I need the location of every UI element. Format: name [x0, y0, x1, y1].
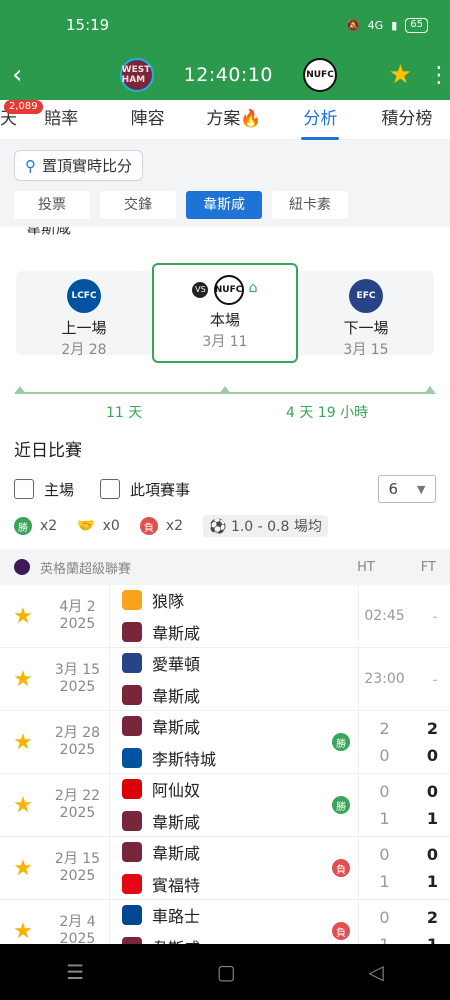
everton-logo: EFC — [349, 279, 383, 313]
favorite-star-icon[interactable]: ★ — [389, 60, 412, 90]
result-badge: 負 — [332, 922, 350, 940]
star-icon[interactable]: ★ — [0, 648, 46, 710]
newcastle-logo: NUFC — [213, 275, 244, 305]
team-badge — [122, 874, 142, 894]
team-badge — [122, 842, 142, 862]
match-list: ★ 4月 2 2025 狼隊 韋斯咸 02:45 - ★ 3月 15 2025 愛華… — [0, 585, 450, 963]
system-nav-bar: ☰ ▢ ◁ — [0, 944, 450, 1000]
filter-home[interactable]: 主場 — [14, 479, 74, 500]
pin-icon: ⚲ — [25, 156, 36, 175]
tab-odds[interactable]: 賠率 — [18, 100, 104, 140]
tab-bar: 天 2,089 賠率 陣容 方案🔥 分析 積分榜 — [0, 100, 450, 140]
tab-lineup[interactable]: 陣容 — [104, 100, 190, 140]
premier-league-icon — [14, 559, 30, 575]
table-row[interactable]: ★ 4月 2 2025 狼隊 韋斯咸 02:45 - — [0, 585, 450, 648]
more-menu-icon[interactable]: ⋮ — [428, 63, 450, 88]
recent-filters: 主場 此項賽事 6 ▼ — [0, 461, 450, 503]
recent-title: 近日比賽 — [14, 441, 82, 461]
pin-live-score-button[interactable]: ⚲ 置頂實時比分 — [14, 150, 144, 181]
result-badge: 負 — [332, 859, 350, 877]
chevron-down-icon: ▼ — [417, 482, 426, 496]
star-icon[interactable]: ★ — [0, 711, 46, 773]
signal-bars-icon: ▮ — [391, 18, 398, 32]
status-bar: 15:19 🔕 4G ▮ 65 — [0, 0, 450, 50]
team-badge — [122, 653, 142, 673]
checkbox[interactable] — [100, 479, 121, 499]
chip-vote[interactable]: 投票 — [14, 191, 90, 219]
current-match-card[interactable]: VS NUFC ⌂ 本場 3月 11 — [152, 263, 298, 363]
team-badge — [122, 811, 142, 831]
battery-icon: 65 — [405, 17, 428, 33]
match-clock: 12:40:10 — [183, 64, 274, 86]
section-label: 韋斯咸 — [26, 227, 72, 237]
goal-average: ⚽ 1.0 - 0.8 場均 — [203, 515, 328, 537]
team-badge — [122, 716, 142, 736]
results-summary: 勝 x2 🤝 x0 負 x2 ⚽ 1.0 - 0.8 場均 — [0, 503, 450, 537]
home-icon[interactable]: ▢ — [217, 960, 236, 984]
next-match-card[interactable]: EFC 下一場 3月 15 — [316, 279, 416, 359]
filter-competition[interactable]: 此項賽事 — [100, 479, 190, 500]
signal-icon: 4G — [367, 18, 384, 32]
star-icon[interactable]: ★ — [0, 837, 46, 899]
tab-analysis[interactable]: 分析 — [277, 100, 363, 140]
table-row[interactable]: ★ 2月 15 2025 韋斯咸 賓福特 負 01 01 — [0, 837, 450, 900]
league-header: 英格蘭超級聯賽 HT FT — [0, 549, 450, 585]
win-icon: 勝 — [14, 517, 32, 535]
schedule-cards: LCFC 上一場 2月 28 VS NUFC ⌂ 本場 3月 11 EFC 下一… — [14, 263, 436, 378]
status-time: 15:19 — [66, 16, 110, 34]
table-row[interactable]: ★ 3月 15 2025 愛華頓 韋斯咸 23:00 - — [0, 648, 450, 711]
team-badge — [122, 779, 142, 799]
team-badge — [122, 748, 142, 768]
gap-next: 4 天 19 小時 — [286, 405, 369, 421]
away-team-logo[interactable]: NUFC — [303, 58, 338, 92]
analysis-chips: 投票 交鋒 韋斯咸 紐卡素 — [14, 191, 436, 219]
team-badge — [122, 622, 142, 642]
star-icon[interactable]: ★ — [0, 585, 46, 647]
table-row[interactable]: ★ 2月 22 2025 阿仙奴 韋斯咸 勝 01 01 — [0, 774, 450, 837]
team-badge — [122, 905, 142, 925]
star-icon[interactable]: ★ — [0, 774, 46, 836]
loss-icon: 負 — [139, 517, 158, 535]
schedule-timeline: 11 天 4 天 19 小時 — [14, 386, 436, 422]
draw-icon: 🤝 — [77, 518, 95, 534]
result-badge: 勝 — [332, 796, 350, 814]
filter-panel: ⚲ 置頂實時比分 投票 交鋒 韋斯咸 紐卡素 — [0, 140, 450, 227]
tab-standings[interactable]: 積分榜 — [364, 100, 450, 140]
back-icon[interactable]: ‹ — [12, 62, 48, 88]
match-count-select[interactable]: 6 ▼ — [378, 475, 436, 503]
chip-home-team[interactable]: 韋斯咸 — [186, 191, 262, 219]
checkbox[interactable] — [14, 479, 34, 499]
tab-tips[interactable]: 方案🔥 — [191, 100, 277, 140]
recents-icon[interactable]: ☰ — [66, 960, 84, 984]
home-team-logo[interactable]: WEST HAM — [119, 58, 154, 92]
chip-away-team[interactable]: 紐卡素 — [272, 191, 348, 219]
team-badge — [122, 685, 142, 705]
mute-icon: 🔕 — [345, 18, 360, 32]
leicester-logo: LCFC — [67, 279, 101, 313]
vs-badge: VS — [192, 282, 209, 298]
prev-match-card[interactable]: LCFC 上一場 2月 28 — [34, 279, 134, 359]
result-badge: 勝 — [332, 733, 350, 751]
table-row[interactable]: ★ 2月 28 2025 韋斯咸 李斯特城 勝 20 20 — [0, 711, 450, 774]
gap-prev: 11 天 — [106, 405, 143, 421]
back-nav-icon[interactable]: ◁ — [368, 960, 383, 984]
fire-icon: 🔥 — [240, 108, 262, 129]
team-badge — [122, 590, 142, 610]
app-header: 15:19 🔕 4G ▮ 65 ‹ WEST HAM 12:40:10 NUFC… — [0, 0, 450, 100]
home-icon: ⌂ — [248, 280, 258, 296]
chip-h2h[interactable]: 交鋒 — [100, 191, 176, 219]
